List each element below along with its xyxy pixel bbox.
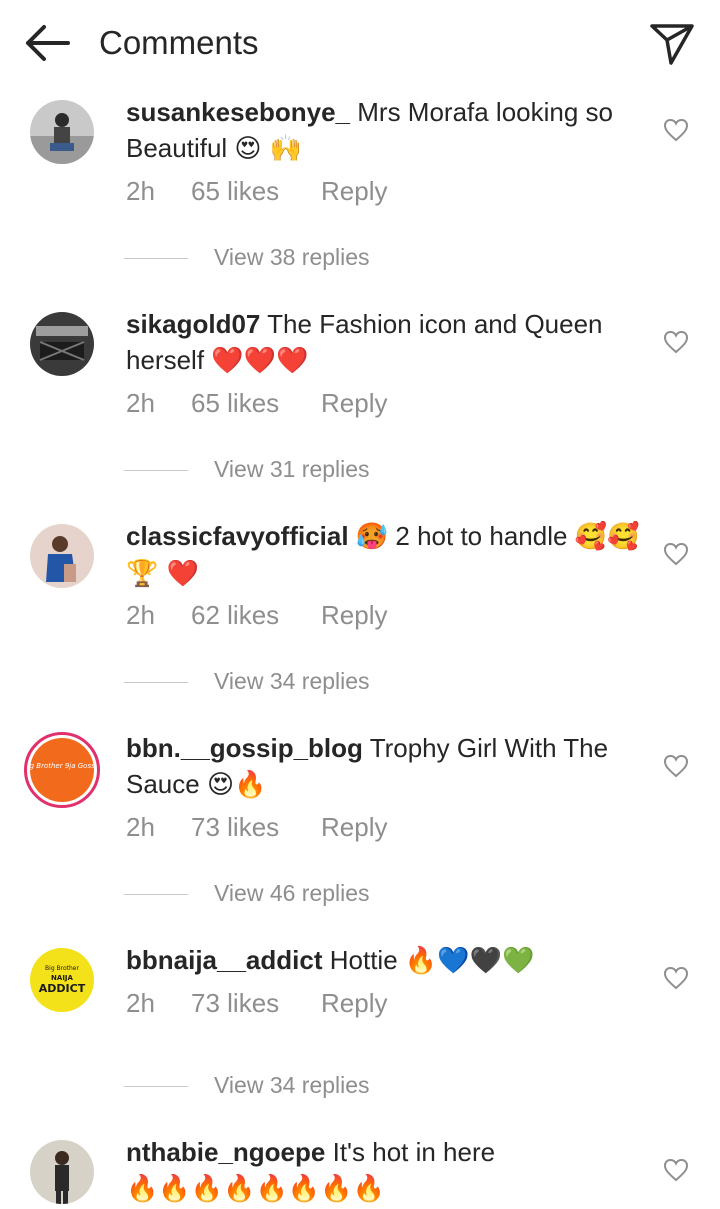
reply-button[interactable]: Reply bbox=[321, 600, 387, 631]
avatar[interactable] bbox=[30, 1140, 94, 1204]
comment-text: Hottie bbox=[329, 945, 398, 975]
comment-emojis: 🔥💙🖤💚 bbox=[404, 946, 535, 976]
comment-username[interactable]: bbn.__gossip_blog bbox=[126, 733, 363, 763]
comment-username[interactable]: bbnaija__addict bbox=[126, 945, 323, 975]
comment-likes[interactable]: 65 likes bbox=[191, 176, 321, 207]
comment-likes[interactable]: 73 likes bbox=[191, 812, 321, 843]
comment-likes[interactable]: 65 likes bbox=[191, 388, 321, 419]
comment-time: 2h bbox=[126, 388, 155, 418]
comment-likes[interactable]: 62 likes bbox=[191, 600, 321, 631]
comment-meta: 2h 73 likes Reply bbox=[126, 812, 387, 843]
comment-emojis: ❤️❤️❤️ bbox=[211, 346, 309, 376]
comment-time: 2h bbox=[126, 988, 155, 1018]
avatar-text-mid: NAIJA bbox=[51, 974, 73, 982]
avatar[interactable] bbox=[30, 524, 94, 588]
avatar-text: Big Brother 9ja Gossip bbox=[30, 762, 94, 770]
comment-meta: 2h 65 likes Reply bbox=[126, 388, 387, 419]
avatar[interactable] bbox=[30, 312, 94, 376]
comment-meta: 2h 62 likes Reply bbox=[126, 600, 387, 631]
heart-icon[interactable] bbox=[663, 542, 689, 566]
paper-plane-icon[interactable] bbox=[647, 18, 697, 68]
comment-username[interactable]: classicfavyofficial bbox=[126, 521, 349, 551]
view-replies[interactable]: View 46 replies bbox=[124, 880, 370, 907]
view-replies[interactable]: View 38 replies bbox=[124, 244, 370, 271]
comment-emojis: 😍 🙌 bbox=[234, 134, 303, 164]
avatar[interactable]: Big Brother 9ja Gossip bbox=[24, 732, 100, 808]
comment-meta: 2h 65 likes Reply bbox=[126, 176, 387, 207]
comment-username[interactable]: sikagold07 bbox=[126, 309, 260, 339]
comment-time: 2h bbox=[126, 600, 155, 630]
comment-likes[interactable]: 73 likes bbox=[191, 988, 321, 1019]
top-bar: Comments bbox=[0, 0, 720, 86]
divider bbox=[124, 682, 188, 684]
heart-icon[interactable] bbox=[663, 966, 689, 990]
view-replies[interactable]: View 34 replies bbox=[124, 668, 370, 695]
view-replies[interactable]: View 34 replies bbox=[124, 1072, 370, 1099]
heart-icon[interactable] bbox=[663, 118, 689, 142]
view-replies[interactable]: View 31 replies bbox=[124, 456, 370, 483]
comment-emojis: 😍🔥 bbox=[206, 770, 267, 800]
comment-username[interactable]: susankesebonye_ bbox=[126, 97, 350, 127]
reply-button[interactable]: Reply bbox=[321, 812, 387, 843]
arrow-left-icon[interactable] bbox=[22, 22, 72, 64]
comment-username[interactable]: nthabie_ngoepe bbox=[126, 1137, 325, 1167]
divider bbox=[124, 1086, 188, 1088]
heart-icon[interactable] bbox=[663, 754, 689, 778]
page-title: Comments bbox=[99, 24, 259, 61]
avatar-text-bottom: ADDICT bbox=[39, 982, 86, 995]
heart-icon[interactable] bbox=[663, 330, 689, 354]
reply-button[interactable]: Reply bbox=[321, 176, 387, 207]
comment-meta: 2h 73 likes Reply bbox=[126, 988, 387, 1019]
avatar[interactable]: Big Brother NAIJA ADDICT bbox=[30, 948, 94, 1012]
divider bbox=[124, 894, 188, 896]
avatar-text-top: Big Brother bbox=[45, 965, 79, 972]
comment-text: It's hot in here bbox=[332, 1137, 496, 1167]
avatar[interactable] bbox=[30, 100, 94, 164]
heart-icon[interactable] bbox=[663, 1158, 689, 1182]
comment-time: 2h bbox=[126, 812, 155, 842]
reply-button[interactable]: Reply bbox=[321, 388, 387, 419]
comment-emojis: 🔥🔥🔥🔥🔥🔥🔥🔥 bbox=[126, 1174, 385, 1204]
divider bbox=[124, 470, 188, 472]
comment-time: 2h bbox=[126, 176, 155, 206]
divider bbox=[124, 258, 188, 260]
comment-text: 🥵 2 hot to handle bbox=[355, 521, 568, 551]
reply-button[interactable]: Reply bbox=[321, 988, 387, 1019]
